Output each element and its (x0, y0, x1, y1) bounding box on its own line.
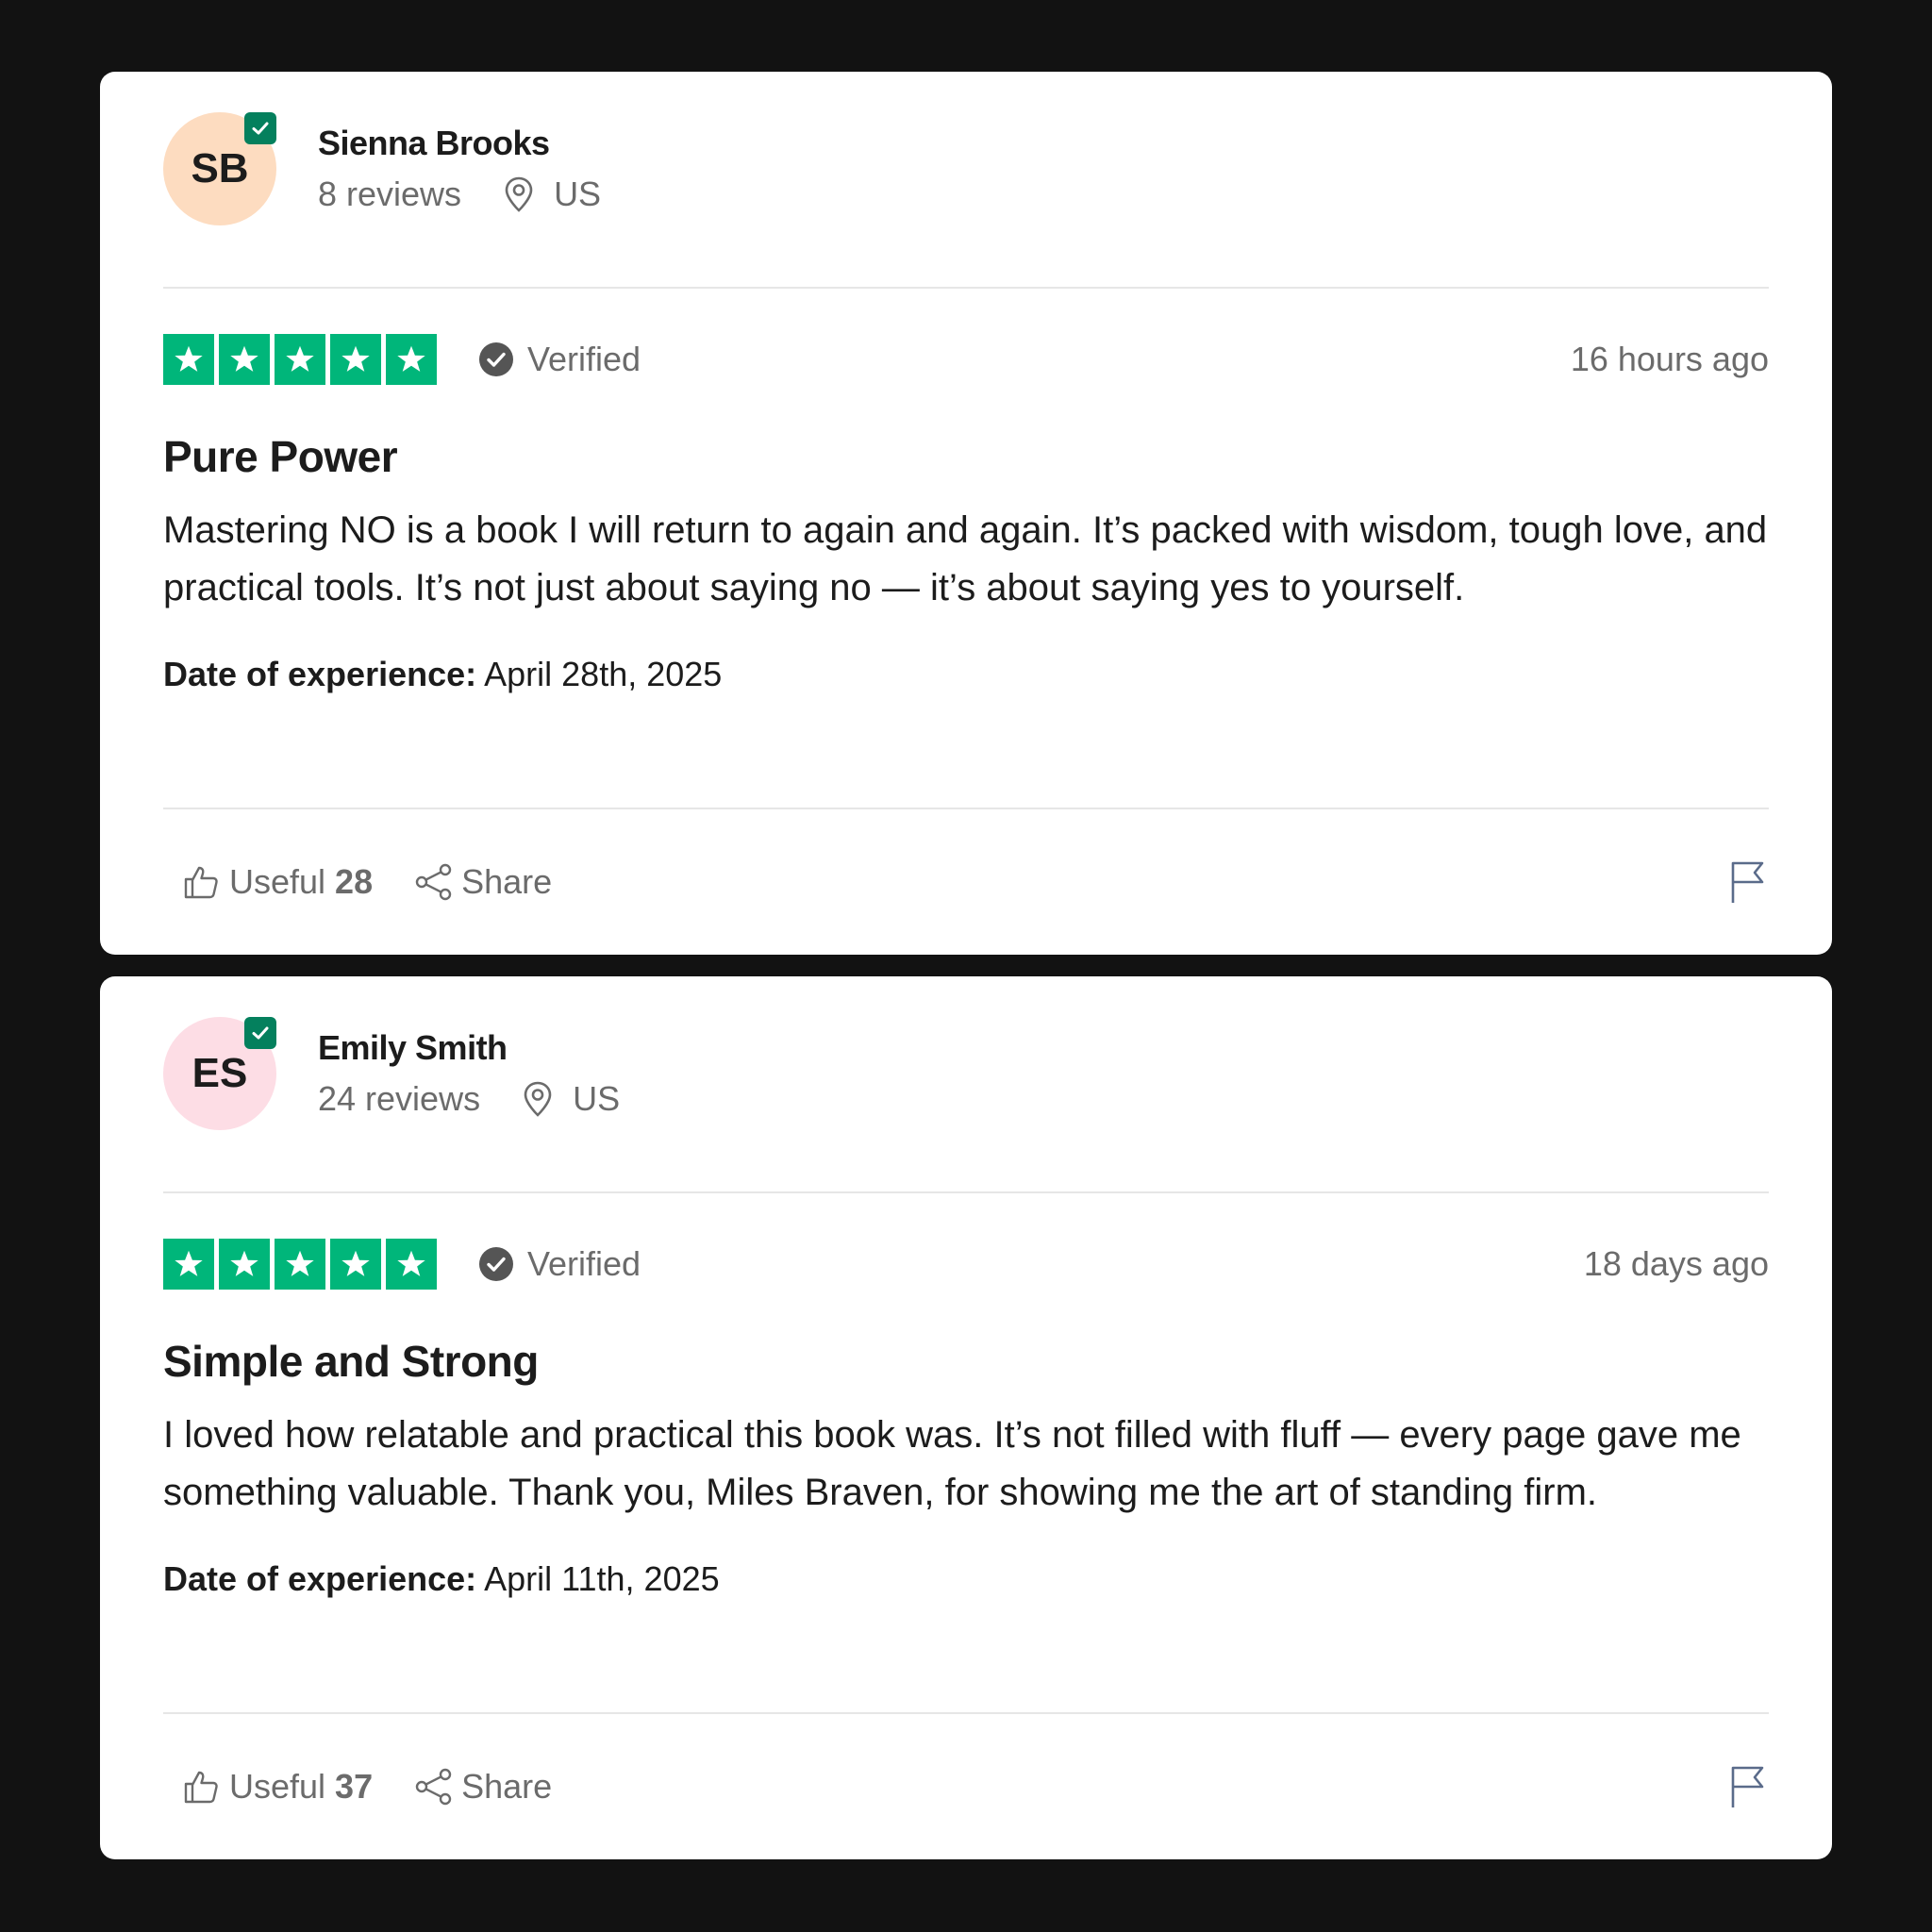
reviewer-meta: 8 reviews US (318, 171, 601, 218)
map-pin-icon (505, 176, 533, 212)
avatar-initials: ES (192, 1050, 248, 1096)
share-label: Share (461, 1767, 553, 1806)
useful-count: 37 (335, 1767, 374, 1806)
location: US (503, 171, 601, 218)
verified-label[interactable]: Verified (478, 340, 641, 379)
reviewer-info: Emily Smith 24 reviews US (318, 1024, 620, 1123)
date-of-experience: Date of experience: April 28th, 2025 (163, 655, 1769, 721)
review-time: 16 hours ago (1570, 340, 1769, 378)
verified-text: Verified (527, 340, 641, 378)
reviewer-meta: 24 reviews US (318, 1075, 620, 1123)
check-circle-icon (479, 1247, 513, 1281)
star-icon (386, 334, 437, 385)
star-icon (386, 1239, 437, 1290)
page: SB Sienna Brooks 8 reviews US Verified 1… (0, 0, 1932, 1932)
rating-row: Verified 18 days ago (163, 1193, 1769, 1335)
review-time: 18 days ago (1583, 1244, 1769, 1283)
date-label: Date of experience: (163, 1559, 477, 1598)
share-icon (415, 863, 452, 901)
reviewer-name[interactable]: Emily Smith (318, 1024, 620, 1072)
reviewer-info: Sienna Brooks 8 reviews US (318, 120, 601, 218)
date-value: April 11th, 2025 (484, 1559, 720, 1598)
useful-label: Useful (229, 862, 326, 901)
avatar-initials: SB (191, 145, 249, 192)
verified-badge-icon (244, 112, 276, 144)
review-card: SB Sienna Brooks 8 reviews US Verified 1… (100, 72, 1832, 955)
check-circle-icon (479, 342, 513, 376)
reviewer-header: ES Emily Smith 24 reviews US (163, 976, 1769, 1193)
review-body: Mastering NO is a book I will return to … (163, 509, 1768, 608)
star-rating (163, 334, 437, 385)
verified-label[interactable]: Verified (478, 1244, 641, 1284)
useful-button[interactable]: Useful 37 (182, 1767, 373, 1807)
share-button[interactable]: Share (414, 1767, 552, 1807)
star-icon (275, 334, 325, 385)
review-footer: Useful 37 Share (163, 1712, 1769, 1859)
review-footer: Useful 28 Share (163, 808, 1769, 955)
share-label: Share (461, 862, 553, 901)
review-title[interactable]: Simple and Strong (163, 1335, 1769, 1388)
star-icon (330, 1239, 381, 1290)
star-icon (330, 334, 381, 385)
date-of-experience: Date of experience: April 11th, 2025 (163, 1559, 1769, 1625)
flag-icon[interactable] (1729, 859, 1767, 905)
useful-button[interactable]: Useful 28 (182, 862, 373, 902)
location-text: US (573, 1079, 621, 1118)
location: US (522, 1075, 620, 1123)
useful-label: Useful (229, 1767, 326, 1806)
reviews-count: 8 reviews (318, 175, 462, 213)
flag-icon[interactable] (1729, 1764, 1767, 1809)
reviews-count: 24 reviews (318, 1079, 481, 1118)
star-icon (163, 334, 214, 385)
avatar[interactable]: ES (163, 1017, 276, 1130)
star-icon (219, 334, 270, 385)
thumbs-up-icon (184, 1771, 218, 1804)
review-title[interactable]: Pure Power (163, 430, 1769, 483)
reviewer-name[interactable]: Sienna Brooks (318, 120, 601, 167)
star-rating (163, 1239, 437, 1290)
share-button[interactable]: Share (414, 862, 552, 902)
date-label: Date of experience: (163, 655, 477, 693)
avatar[interactable]: SB (163, 112, 276, 225)
share-icon (415, 1768, 452, 1806)
date-value: April 28th, 2025 (484, 655, 723, 693)
star-icon (275, 1239, 325, 1290)
thumbs-up-icon (184, 866, 218, 899)
location-text: US (554, 175, 602, 213)
useful-count: 28 (335, 862, 374, 901)
map-pin-icon (524, 1081, 552, 1117)
star-icon (163, 1239, 214, 1290)
verified-text: Verified (527, 1244, 641, 1283)
rating-row: Verified 16 hours ago (163, 289, 1769, 430)
reviewer-header: SB Sienna Brooks 8 reviews US (163, 72, 1769, 289)
verified-badge-icon (244, 1017, 276, 1049)
review-body: I loved how relatable and practical this… (163, 1414, 1741, 1513)
review-card: ES Emily Smith 24 reviews US Verified 18… (100, 976, 1832, 1859)
star-icon (219, 1239, 270, 1290)
